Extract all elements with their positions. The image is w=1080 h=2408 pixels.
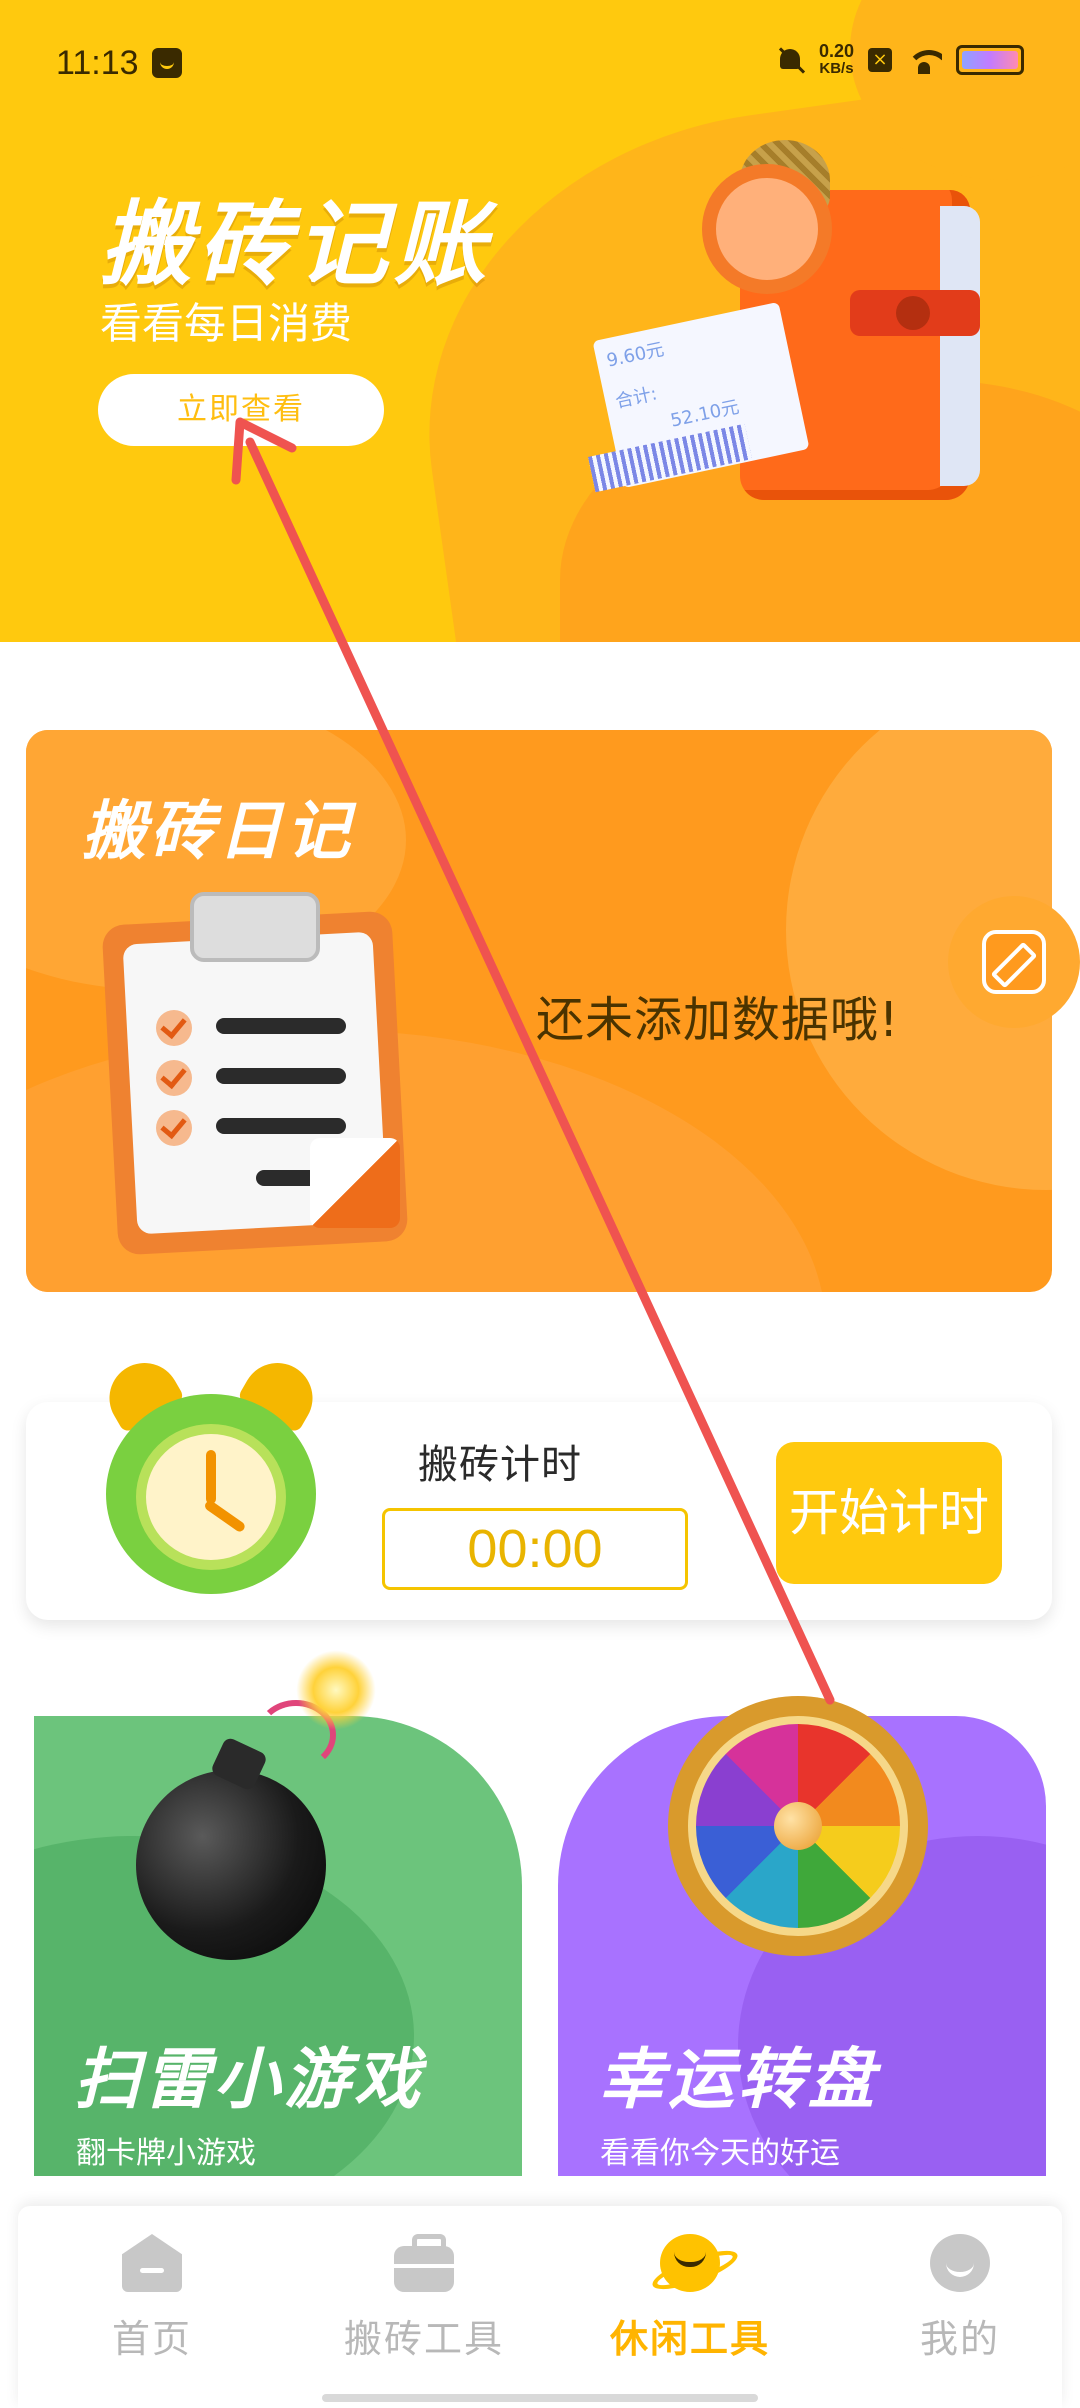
diary-empty-message: 还未添加数据哦! — [536, 992, 900, 1048]
page-curl-shape — [310, 1138, 400, 1228]
bell-muted-icon — [775, 45, 805, 75]
diary-card[interactable]: 搬砖日记 还未添加数据哦! — [26, 730, 1052, 1292]
spark-icon — [296, 1650, 376, 1730]
checklist-row — [156, 1170, 326, 1190]
bottom-tab-bar: 首页 搬砖工具 休闲工具 我的 — [18, 2206, 1062, 2408]
planet-icon — [660, 2234, 720, 2292]
wifi-icon — [906, 46, 942, 74]
network-speed: 0.20 KB/s — [819, 42, 854, 78]
receipt-total-label: 合计: — [613, 383, 660, 413]
timer-display: 00:00 — [382, 1508, 688, 1590]
magnifier-icon — [702, 164, 832, 294]
close-box-icon: × — [868, 48, 892, 72]
tab-label: 首页 — [111, 2317, 192, 2361]
prize-wheel-icon — [668, 1696, 928, 1956]
timer-label: 搬砖计时 — [418, 1442, 582, 1488]
checklist-row — [156, 1110, 346, 1146]
ledger-pages-shape — [940, 206, 980, 486]
network-speed-unit: KB/s — [819, 60, 854, 77]
check-icon — [156, 1060, 192, 1096]
home-icon — [122, 2234, 182, 2292]
lucky-wheel-subtitle: 看看你今天的好运 — [600, 2136, 840, 2171]
tab-label: 我的 — [919, 2317, 1000, 2361]
checklist-line — [216, 1068, 346, 1084]
checklist-row — [156, 1010, 346, 1046]
diary-title: 搬砖日记 — [82, 795, 354, 869]
tab-leisure[interactable]: 休闲工具 — [570, 2234, 810, 2364]
edit-button[interactable] — [948, 896, 1080, 1028]
lucky-wheel-title: 幸运转盘 — [598, 2041, 878, 2118]
lucky-wheel-card[interactable]: 幸运转盘 看看你今天的好运 — [558, 1696, 1046, 2176]
wheel-hub-shape — [774, 1802, 822, 1850]
checklist-line — [216, 1018, 346, 1034]
edit-icon — [982, 930, 1046, 994]
minesweeper-card[interactable]: 扫雷小游戏 翻卡牌小游戏 — [34, 1650, 522, 2176]
clock-hand-shape — [206, 1450, 216, 1504]
tab-label: 休闲工具 — [609, 2317, 770, 2361]
check-icon — [156, 1110, 192, 1146]
start-timer-button[interactable]: 开始计时 — [776, 1442, 1002, 1584]
ledger-strap-shape — [850, 290, 980, 336]
home-indicator[interactable] — [322, 2394, 758, 2402]
tab-label: 搬砖工具 — [343, 2317, 504, 2361]
tab-tools[interactable]: 搬砖工具 — [304, 2234, 544, 2364]
face-icon — [930, 2234, 990, 2292]
clipboard-clip-shape — [190, 892, 320, 962]
banner-title: 搬砖记账 — [100, 191, 493, 298]
banner: 11:13 0.20 KB/s × 搬砖记账 看看每日消费 立即查看 9.60元… — [0, 0, 1080, 642]
checklist-row — [156, 1060, 346, 1096]
tab-mine[interactable]: 我的 — [840, 2234, 1080, 2364]
banner-subtitle: 看看每日消费 — [100, 299, 353, 348]
ledger-illustration: 9.60元 合计: 52.10元 — [588, 140, 990, 520]
network-speed-value: 0.20 — [818, 41, 854, 61]
status-indicators: 0.20 KB/s × — [775, 42, 1024, 78]
minesweeper-title: 扫雷小游戏 — [74, 2041, 424, 2118]
receipt-amount: 9.60元 — [604, 338, 666, 372]
status-time: 11:13 — [56, 44, 139, 82]
status-bar: 11:13 0.20 KB/s × — [0, 0, 1080, 126]
minesweeper-subtitle: 翻卡牌小游戏 — [76, 2136, 256, 2171]
bomb-icon — [136, 1650, 376, 1960]
notification-app-icon — [152, 48, 182, 78]
battery-icon — [956, 45, 1024, 75]
briefcase-icon — [394, 2234, 454, 2292]
checklist-line — [216, 1118, 346, 1134]
timer-card: 搬砖计时 00:00 开始计时 — [26, 1350, 1052, 1620]
view-now-button[interactable]: 立即查看 — [98, 374, 384, 446]
clipboard-icon — [101, 888, 410, 1256]
check-icon — [156, 1010, 192, 1046]
alarm-clock-icon — [96, 1350, 336, 1604]
tab-home[interactable]: 首页 — [32, 2234, 272, 2364]
